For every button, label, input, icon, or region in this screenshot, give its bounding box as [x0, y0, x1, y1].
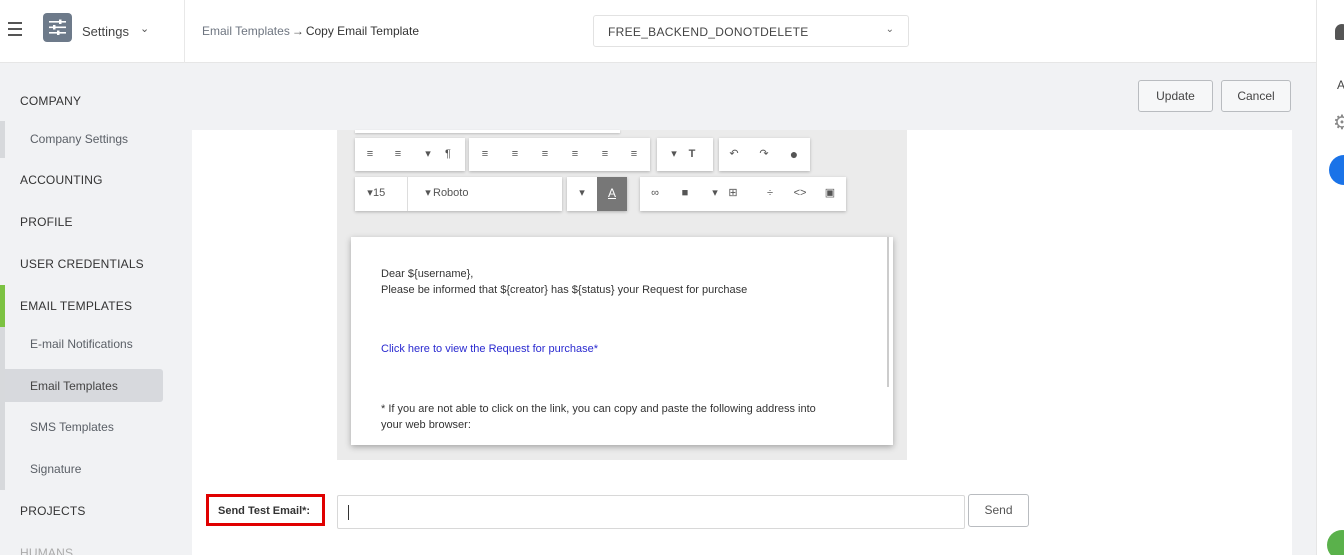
- horizontal-line-icon[interactable]: ÷: [757, 177, 783, 210]
- align-left-icon[interactable]: ≡: [472, 138, 498, 171]
- sidebar-item-sms-templates[interactable]: SMS Templates: [30, 420, 114, 434]
- indent-icon[interactable]: ≡: [621, 138, 647, 171]
- editor-document[interactable]: Dear ${username}, Please be informed tha…: [351, 237, 893, 445]
- sidebar-item-signature[interactable]: Signature: [30, 462, 81, 476]
- sidebar-section-profile[interactable]: PROFILE: [20, 215, 73, 229]
- send-test-email-label: Send Test Email*:: [218, 505, 311, 517]
- text-caret: [348, 505, 349, 520]
- toolbar-group-text-size: ▾ T: [657, 138, 713, 171]
- request-link[interactable]: Click here to view the Request for purch…: [381, 341, 598, 357]
- sidebar-group-indicator: [0, 121, 5, 158]
- sidebar-section-company[interactable]: COMPANY: [20, 94, 81, 108]
- rail-letter: A: [1337, 78, 1344, 92]
- text-size-icon[interactable]: T: [679, 138, 705, 171]
- align-justify-icon[interactable]: ≡: [562, 138, 588, 171]
- settings-app-icon: [43, 13, 72, 42]
- align-center-icon[interactable]: ≡: [502, 138, 528, 171]
- app-name[interactable]: Settings: [82, 24, 129, 39]
- link-icon[interactable]: ∞: [642, 177, 668, 210]
- sidebar: COMPANY Company Settings ACCOUNTING PROF…: [0, 64, 192, 555]
- table-icon[interactable]: ⊞: [720, 177, 746, 210]
- fullscreen-icon[interactable]: ▣: [817, 177, 843, 210]
- toolbar-group-font: ▾ 15 ▾ Roboto: [355, 177, 562, 211]
- redo-icon[interactable]: ↷: [751, 138, 777, 171]
- sidebar-item-company-settings[interactable]: Company Settings: [30, 132, 128, 146]
- body-note-continued: your web browser:: [381, 419, 471, 431]
- breadcrumb: Email Templates → Copy Email Template: [202, 24, 419, 38]
- sidebar-section-user-credentials[interactable]: USER CREDENTIALS: [20, 257, 144, 271]
- help-icon[interactable]: ●: [781, 138, 807, 171]
- toolbar-group-lists: ≡ ≡ ▾ ¶: [355, 138, 465, 171]
- sidebar-group-indicator: [0, 327, 5, 490]
- paragraph-icon[interactable]: ¶: [435, 138, 461, 171]
- toolbar-strip: [355, 130, 620, 133]
- menu-icon[interactable]: [8, 22, 23, 39]
- breadcrumb-email-templates[interactable]: Email Templates: [202, 24, 290, 38]
- toolbar-group-align: ≡ ≡ ≡ ≡ ≡ ≡: [469, 138, 650, 171]
- image-icon[interactable]: ■: [672, 177, 698, 210]
- gear-icon[interactable]: ⚙: [1333, 110, 1344, 135]
- right-rail: A ⚙: [1316, 0, 1344, 555]
- font-size-value[interactable]: 15: [373, 177, 399, 210]
- undo-icon[interactable]: ↶: [721, 138, 747, 171]
- body-line: Please be informed that ${creator} has $…: [381, 284, 748, 296]
- divider: [407, 177, 408, 211]
- top-bar: Settings ⌄ Email Templates → Copy Email Te…: [0, 0, 1316, 63]
- test-email-input[interactable]: [337, 495, 965, 529]
- text-color-icon[interactable]: A: [597, 177, 627, 211]
- chevron-down-icon: ⌄: [885, 24, 894, 35]
- database-select-value: FREE_BACKEND_DONOTDELETE: [608, 25, 809, 39]
- align-right-icon[interactable]: ≡: [532, 138, 558, 171]
- send-test-email-label-box: Send Test Email*:: [206, 494, 325, 526]
- chevron-down-icon[interactable]: ▾: [569, 177, 595, 210]
- breadcrumb-current: Copy Email Template: [305, 24, 419, 38]
- cancel-button[interactable]: Cancel: [1221, 80, 1291, 112]
- update-button[interactable]: Update: [1138, 80, 1213, 112]
- app-switcher-area: Settings ⌄: [0, 0, 185, 63]
- sidebar-item-email-templates[interactable]: Email Templates: [30, 379, 118, 393]
- font-family-value[interactable]: Roboto: [433, 177, 513, 210]
- send-button[interactable]: Send: [968, 494, 1029, 527]
- action-row: Update Cancel: [192, 64, 1316, 130]
- chat-icon[interactable]: [1327, 530, 1344, 555]
- toolbar-group-color: ▾ A: [567, 177, 627, 211]
- bell-icon[interactable]: [1335, 24, 1344, 40]
- database-select[interactable]: FREE_BACKEND_DONOTDELETE ⌄: [593, 15, 909, 47]
- sidebar-active-indicator: [0, 285, 5, 327]
- arrow-right-icon: →: [291, 24, 304, 38]
- sidebar-section-humans[interactable]: HUMANS: [20, 546, 73, 555]
- chevron-down-icon[interactable]: ⌄: [140, 22, 149, 35]
- scrollbar[interactable]: [887, 237, 889, 387]
- code-view-icon[interactable]: <>: [787, 177, 813, 210]
- toolbar-group-history: ↶ ↷ ●: [719, 138, 810, 171]
- body-note: * If you are not able to click on the li…: [381, 403, 816, 415]
- toolbar-group-insert: ∞ ■ ▾ ⊞ ÷ <> ▣: [640, 177, 846, 211]
- mail-icon[interactable]: [1329, 155, 1344, 185]
- sidebar-section-projects[interactable]: PROJECTS: [20, 504, 86, 518]
- numbered-list-icon[interactable]: ≡: [385, 138, 411, 171]
- sidebar-section-email-templates[interactable]: EMAIL TEMPLATES: [20, 299, 132, 313]
- outdent-icon[interactable]: ≡: [592, 138, 618, 171]
- sidebar-section-accounting[interactable]: ACCOUNTING: [20, 173, 103, 187]
- body-greeting: Dear ${username},: [381, 268, 474, 280]
- bullet-list-icon[interactable]: ≡: [357, 138, 383, 171]
- sidebar-item-email-notifications[interactable]: E-mail Notifications: [30, 337, 133, 351]
